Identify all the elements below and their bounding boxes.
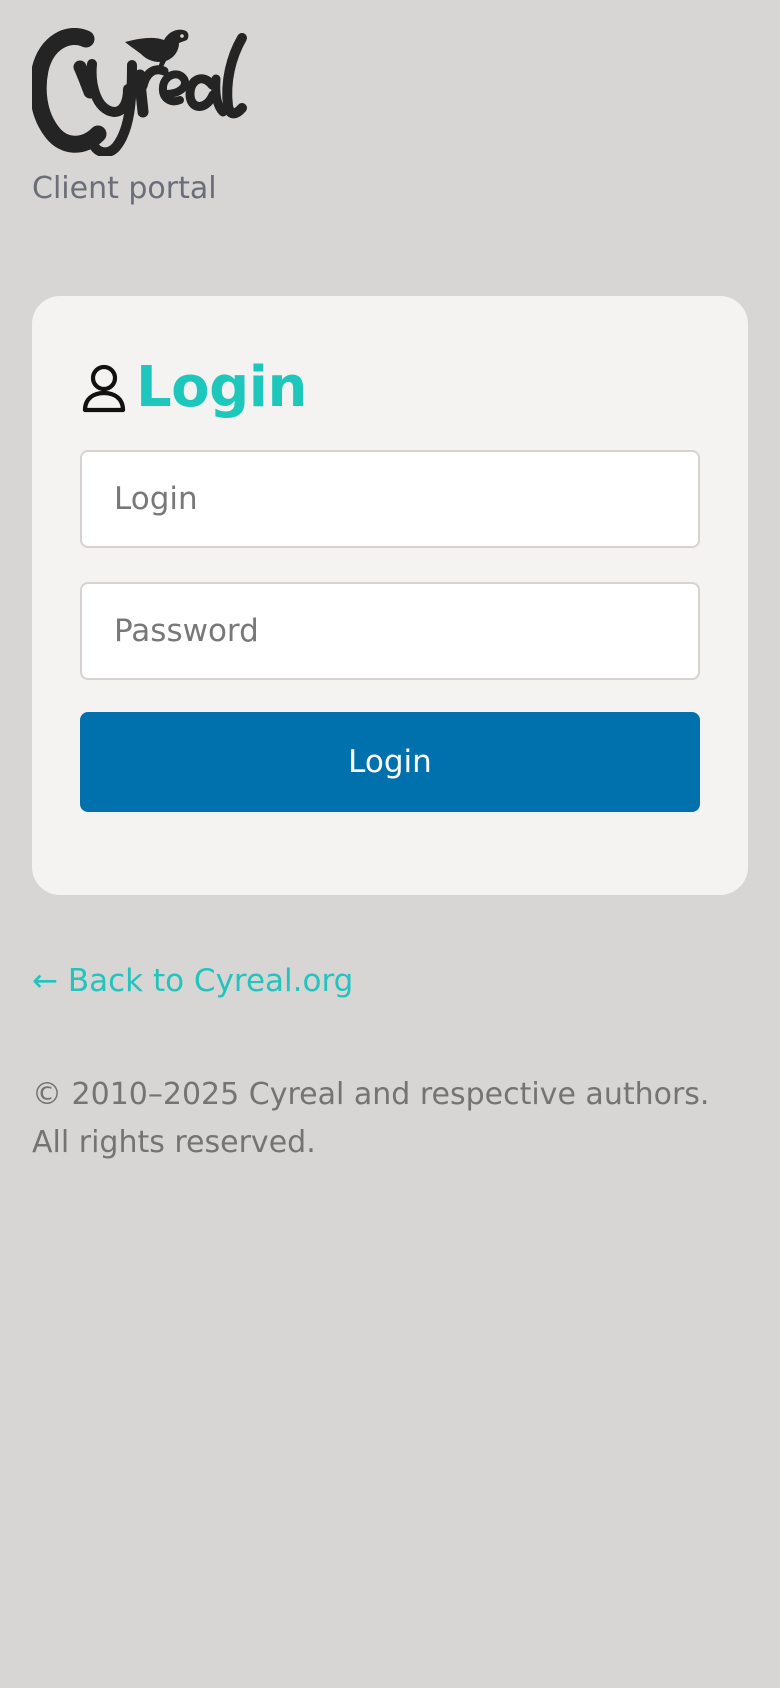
brand-header: Client portal: [32, 28, 262, 205]
login-card: Login Login: [32, 296, 748, 895]
login-heading: Login: [80, 358, 700, 418]
cyreal-logo: [32, 28, 247, 156]
login-button[interactable]: Login: [80, 712, 700, 812]
password-input[interactable]: [80, 582, 700, 680]
login-input[interactable]: [80, 450, 700, 548]
back-to-cyreal-link[interactable]: ← Back to Cyreal.org: [32, 963, 353, 1000]
copyright-footer: © 2010–2025 Cyreal and respective author…: [32, 1077, 710, 1160]
portal-subtitle: Client portal: [32, 171, 217, 206]
user-icon: [82, 364, 126, 413]
login-title: Login: [136, 355, 307, 420]
login-page: Client portal Login Login ← Back to Cyre…: [0, 0, 780, 1688]
